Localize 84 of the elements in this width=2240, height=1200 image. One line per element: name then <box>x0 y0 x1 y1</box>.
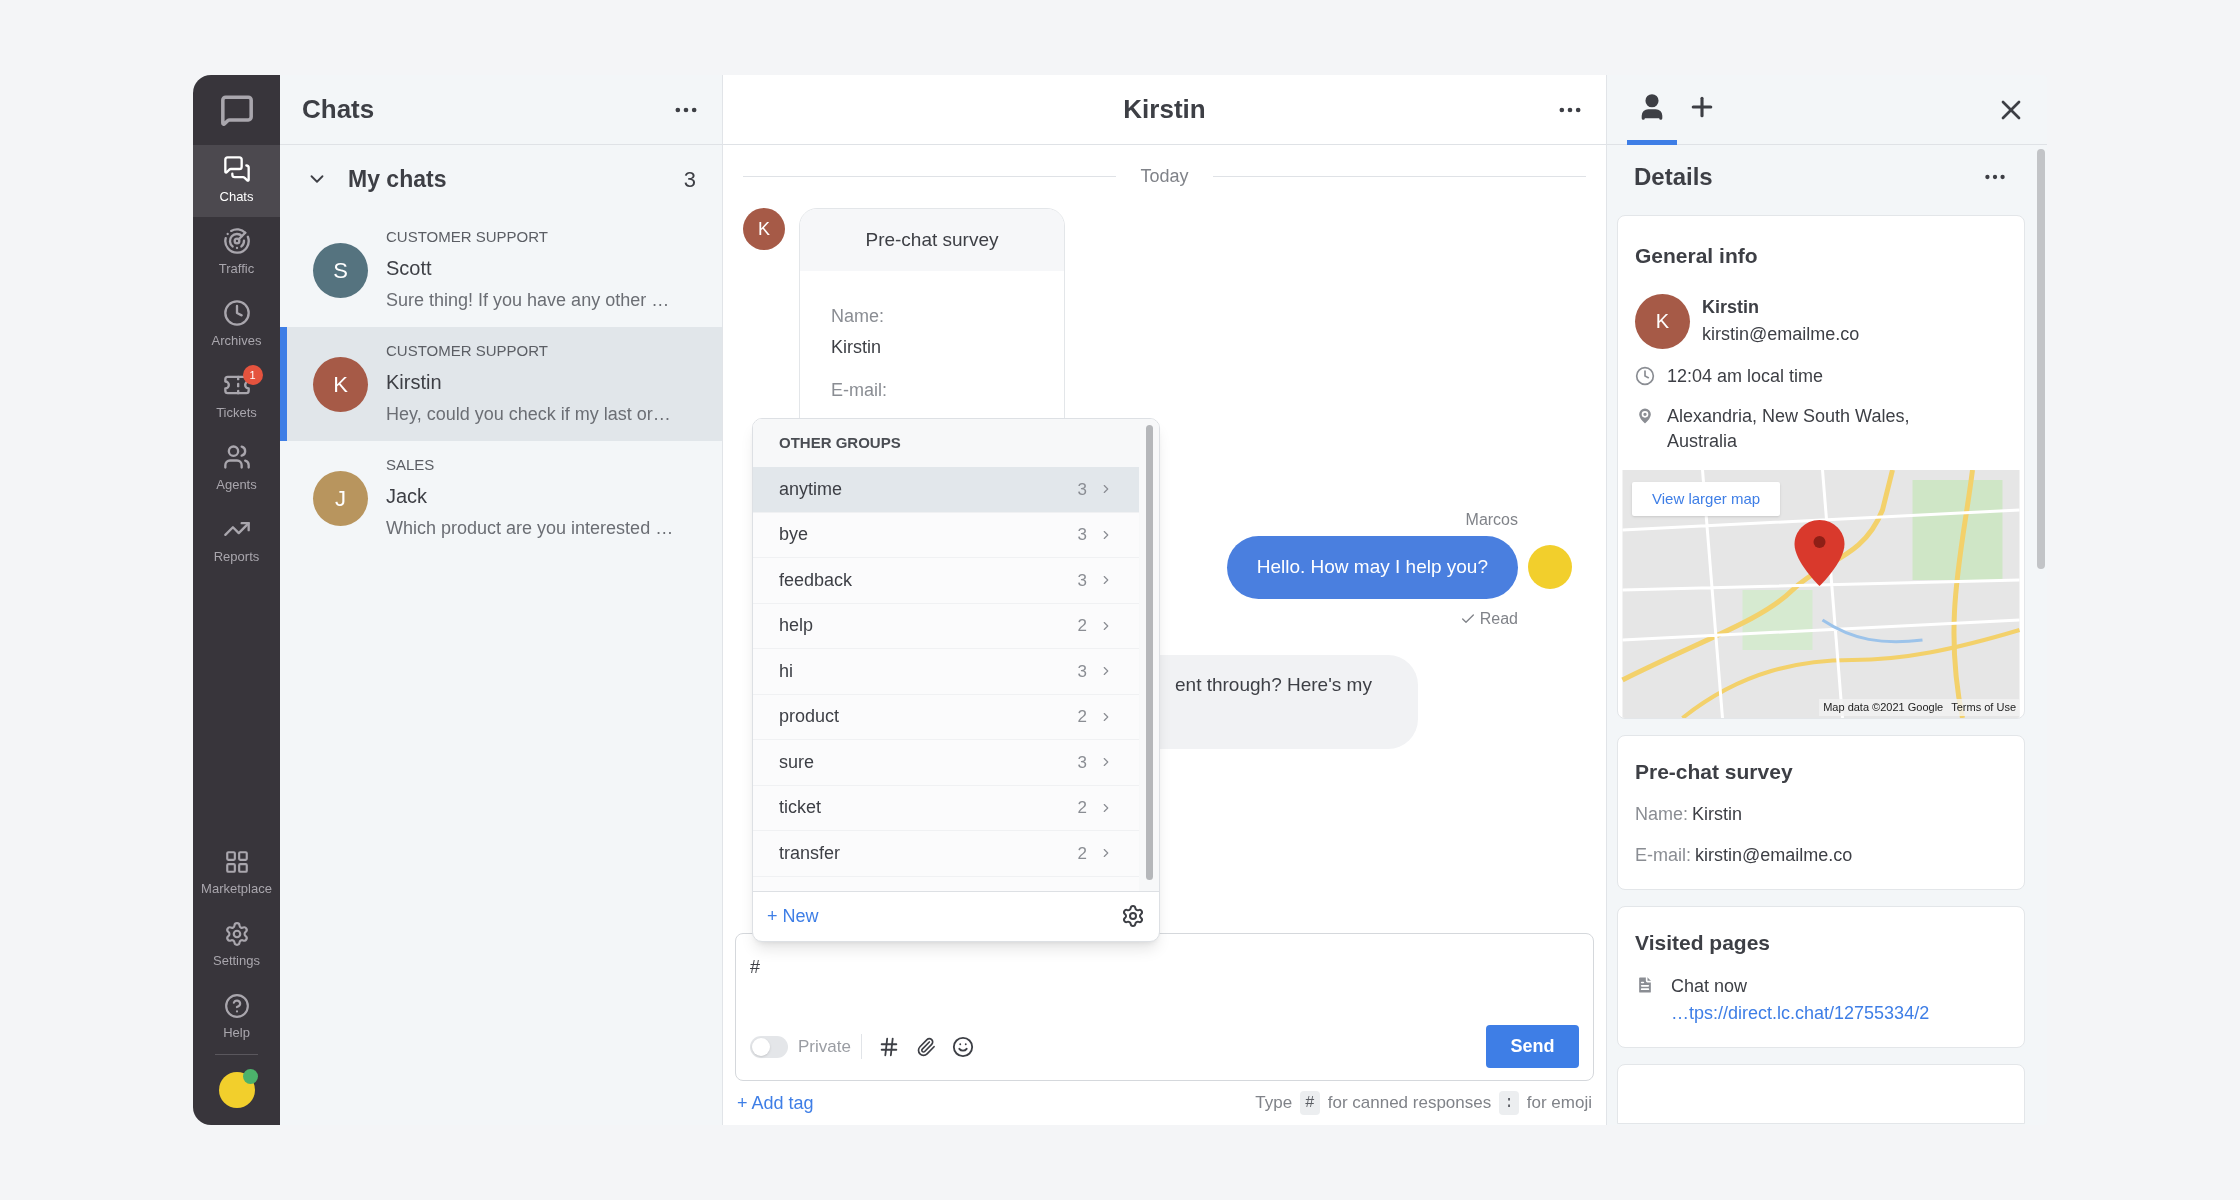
group-label: CUSTOMER SUPPORT <box>386 227 549 248</box>
field-value: kirstin@emailme.co <box>1695 844 1853 867</box>
nav-item[interactable]: Archives <box>193 289 280 361</box>
contact-name: Jack <box>386 483 429 509</box>
hint-text: Type <box>1255 1092 1293 1115</box>
key-hint: # <box>1300 1091 1320 1115</box>
contact-avatar: K <box>1635 293 1690 349</box>
nav-icon <box>222 443 251 472</box>
canned-group-item[interactable]: anytime 3 <box>753 467 1139 513</box>
contact-avatar: J <box>313 470 368 526</box>
field-label: E-mail: <box>1635 844 1691 867</box>
scrollbar[interactable] <box>2037 149 2045 569</box>
new-response-link[interactable]: + New <box>767 902 819 930</box>
nav-item[interactable]: Reports <box>193 505 280 577</box>
field-value: Kirstin <box>1692 803 1743 826</box>
contact-email: kirstin@emailme.co <box>1702 323 1860 346</box>
emoji-icon[interactable] <box>951 1035 974 1058</box>
add-tag-link[interactable]: + Add tag <box>737 1089 814 1117</box>
group-label: SALES <box>386 455 436 476</box>
nav-icon <box>223 921 250 948</box>
nav-item[interactable]: Marketplace <box>193 838 280 910</box>
page-title: Chat now <box>1671 974 1749 998</box>
nav-icon <box>223 849 250 876</box>
message-preview: Sure thing! If you have any other … <box>386 288 670 312</box>
nav-item[interactable]: Traffic <box>193 217 280 289</box>
send-button[interactable]: Send <box>1486 1025 1579 1068</box>
card-title: General info <box>1635 243 1759 269</box>
message-composer[interactable]: # Private Send <box>735 933 1594 1081</box>
panel-title: Chats <box>302 93 375 126</box>
card-title: Visited pages <box>1635 930 1771 956</box>
nav-item[interactable]: 1 Tickets <box>193 361 280 433</box>
field-label: Name: <box>831 305 885 328</box>
chat-list-item[interactable]: S CUSTOMER SUPPORT Scott Sure thing! If you have any other … <box>280 213 722 327</box>
notification-badge: 1 <box>242 365 263 386</box>
private-toggle[interactable] <box>750 1035 788 1058</box>
contact-avatar: K <box>313 356 368 412</box>
field-value: Kirstin <box>831 336 882 359</box>
map-attribution: Map data ©2021 Google <box>1823 700 1944 715</box>
agent-avatar <box>1528 545 1572 590</box>
paperclip-icon[interactable] <box>915 1036 936 1057</box>
group-header[interactable]: My chats 3 <box>280 145 722 213</box>
details-title: Details <box>1634 162 1713 192</box>
page-link[interactable]: …tps://direct.lc.chat/12755334/2 <box>1671 999 1930 1027</box>
local-time: 12:04 am local time <box>1667 364 1824 388</box>
settings-icon[interactable] <box>1121 904 1145 928</box>
chat-logo-icon <box>219 93 254 127</box>
agent-message: Hello. How may I help you? <box>1226 536 1518 599</box>
nav-icon <box>222 299 251 328</box>
scrollbar[interactable] <box>1145 425 1153 880</box>
author-name: Marcos <box>1465 510 1518 530</box>
nav-icon <box>222 227 251 256</box>
hint-text: for canned responses <box>1327 1092 1492 1115</box>
contact-avatar: S <box>313 242 368 298</box>
nav-item[interactable]: Help <box>193 982 280 1054</box>
nav-item[interactable]: Chats <box>193 145 280 217</box>
nav-icon <box>222 155 251 184</box>
contact-name: Kirstin <box>386 369 443 395</box>
chat-list-item[interactable]: J SALES Jack Which product are you interested … <box>280 441 722 555</box>
user-avatar[interactable] <box>218 1072 255 1108</box>
field-label: Name: <box>1635 803 1688 826</box>
terms-link[interactable]: Terms of Use <box>1951 699 2016 716</box>
hint-text: for emoji <box>1526 1092 1592 1115</box>
key-hint: : <box>1499 1091 1519 1115</box>
message-preview: Hey, could you check if my last or… <box>386 402 671 426</box>
day-separator: Today <box>1140 165 1189 188</box>
contact-name: Kirstin <box>1702 296 1760 319</box>
chat-list-item[interactable]: K CUSTOMER SUPPORT Kirstin Hey, could you check if my last or… <box>280 327 722 441</box>
group-label: CUSTOMER SUPPORT <box>386 341 549 362</box>
field-label: E-mail: <box>831 379 888 402</box>
location: Alexandria, New South Wales, Australia <box>1667 404 1911 453</box>
contact-avatar: K <box>743 208 785 250</box>
card-title: Pre-chat survey <box>1635 758 1794 785</box>
contact-name: Scott <box>386 255 433 281</box>
message-preview: Which product are you interested … <box>386 516 674 540</box>
nav-item[interactable]: Settings <box>193 910 280 982</box>
chat-title: Kirstin <box>1123 93 1206 126</box>
nav-item[interactable]: Agents <box>193 433 280 505</box>
survey-title: Pre-chat survey <box>865 227 999 252</box>
read-status: Read <box>1479 608 1518 629</box>
popup-heading: OTHER GROUPS <box>779 432 901 453</box>
private-label: Private <box>798 1033 862 1060</box>
view-larger-map-button[interactable]: View larger map <box>1632 481 1781 516</box>
clock-icon <box>1635 366 1655 386</box>
nav-icon <box>223 993 250 1020</box>
